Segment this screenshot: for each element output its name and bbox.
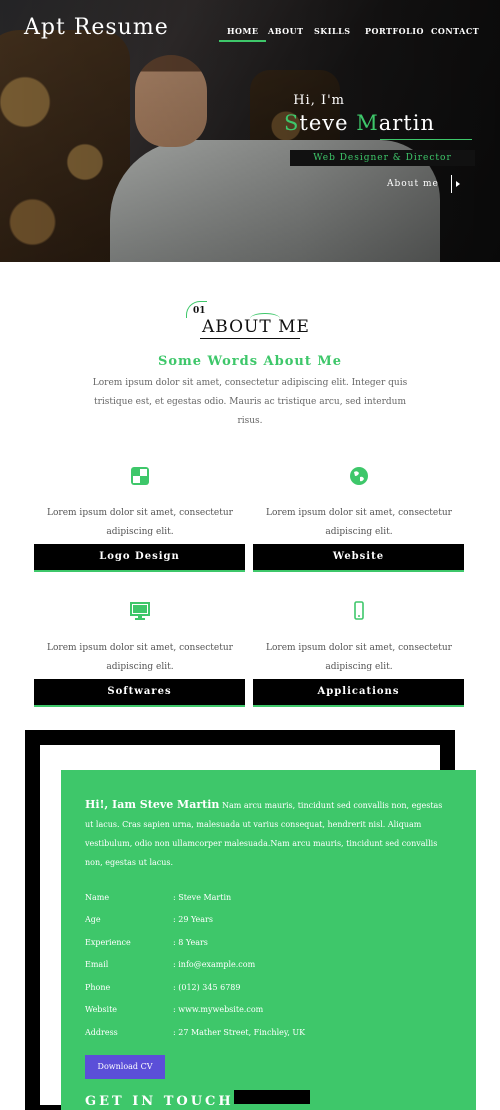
get-in-touch-heading: GET IN TOUCH [85,1094,234,1109]
hero-greeting: Hi, I'm [293,93,345,108]
hero-role: Web Designer & Director [290,150,475,166]
nav-portfolio[interactable]: PORTFOLIO [365,26,424,36]
hero-banner: Apt Resume HOME ABOUT SKILLS PORTFOLIO C… [0,0,500,262]
main-nav: HOME ABOUT SKILLS PORTFOLIO CONTACT [0,26,500,46]
about-me-link[interactable]: About me [387,179,439,189]
decorative-bar [234,1090,310,1104]
nav-home[interactable]: HOME [218,26,268,42]
profile-lead: Hi!, Iam Steve Martin [85,798,220,811]
puzzle-icon [131,467,149,485]
nav-about[interactable]: ABOUT [268,26,304,36]
logo-design-button[interactable]: Logo Design [34,544,245,572]
website-button[interactable]: Website [253,544,464,572]
nav-contact[interactable]: CONTACT [431,26,479,36]
profile-bio: Hi!, Iam Steve Martin Nam arcu mauris, t… [85,795,445,872]
applications-button[interactable]: Applications [253,679,464,707]
section-title: ABOUT ME [202,317,310,337]
section-title-underline [200,338,300,339]
hero-name-underline [380,139,472,140]
service-description: Lorem ipsum dolor sit amet, consectetur … [266,508,452,537]
monitor-icon [130,602,150,620]
globe-icon [350,467,368,485]
service-description: Lorem ipsum dolor sit amet, consectetur … [47,508,233,537]
service-description: Lorem ipsum dolor sit amet, consectetur … [47,643,233,672]
softwares-button[interactable]: Softwares [34,679,245,707]
section-subtitle: Some Words About Me [157,354,343,369]
hero-name: Steve Martin [284,111,435,135]
service-description: Lorem ipsum dolor sit amet, consectetur … [266,643,452,672]
play-arrow-icon[interactable] [451,175,464,193]
nav-skills[interactable]: SKILLS [314,26,351,36]
section-number: 01 [193,306,206,316]
section-description: Lorem ipsum dolor sit amet, consectetur … [92,378,408,426]
download-cv-button[interactable]: Download CV [85,1055,165,1079]
phone-icon [354,601,364,620]
